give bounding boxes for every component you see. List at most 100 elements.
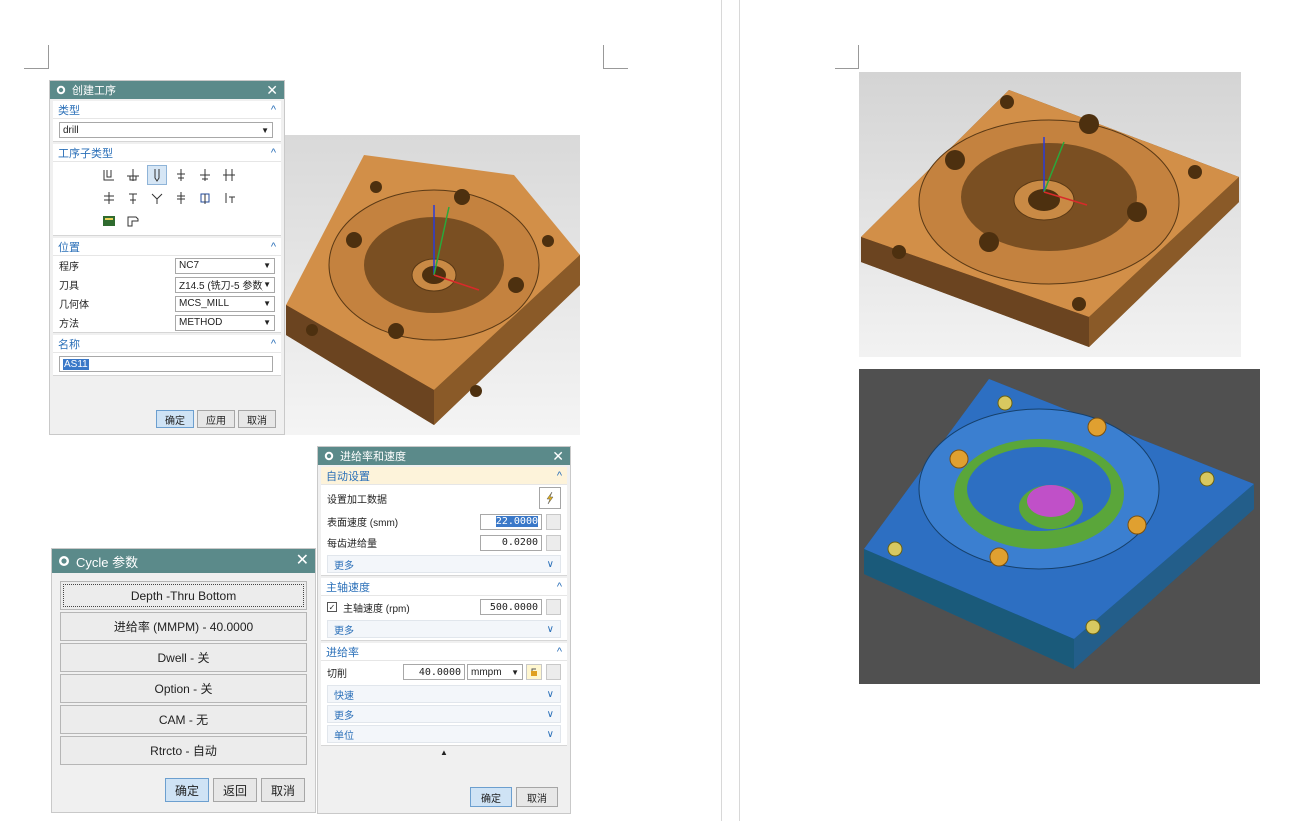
units-label: 单位 [334, 730, 354, 742]
mill-user-icon[interactable] [123, 211, 143, 231]
spindle-input[interactable]: 500.0000 [480, 599, 542, 615]
type-select[interactable]: drill ▼ [59, 122, 273, 138]
geometry-row: 几何体 MCS_MILL ▼ [53, 294, 281, 313]
surface-speed-value: 22.0000 [495, 516, 538, 527]
geometry-label: 几何体 [59, 300, 89, 311]
section-header[interactable]: 位置 ^ [53, 238, 281, 256]
hole-mill-icon[interactable] [195, 188, 215, 208]
close-icon[interactable]: ✕ [552, 449, 564, 463]
auto-settings-section: 自动设置 ^ 设置加工数据 表面速度 (smm) 22.0000 每齿进给量 0.02… [321, 467, 567, 576]
cut-unit-select[interactable]: mmpm ▼ [467, 664, 523, 680]
chevron-up-icon[interactable]: ^ [271, 241, 276, 253]
chevron-down-icon: ▼ [263, 299, 271, 308]
rapid-label: 快速 [334, 690, 354, 702]
spindle-label: 主轴速度 (rpm) [343, 603, 410, 615]
chevron-up-icon[interactable]: ^ [557, 470, 562, 482]
apply-button[interactable]: 应用 [197, 410, 235, 428]
surface-speed-input[interactable]: 22.0000 [480, 513, 542, 530]
chevron-up-icon[interactable]: ^ [557, 646, 562, 658]
calculator-icon[interactable] [546, 599, 561, 615]
chevron-down-icon: ▼ [263, 261, 271, 270]
rtrcto-button[interactable]: Rtrcto - 自动 [60, 736, 307, 765]
ok-button[interactable]: 确定 [156, 410, 194, 428]
more-group[interactable]: 更多 ∨ [327, 620, 561, 638]
feedrate-section: 进给率 ^ 切削 40.0000 mmpm ▼ 快速 ∨ 更多 ∨ 单位 ∨ [321, 643, 567, 746]
set-data-label: 设置加工数据 [327, 494, 387, 506]
feed-per-tooth-input[interactable]: 0.0200 [480, 534, 542, 551]
type-section: 类型 ^ drill ▼ [53, 101, 281, 142]
back-button[interactable]: 返回 [213, 778, 257, 802]
rapid-group[interactable]: 快速 ∨ [327, 685, 561, 703]
close-icon[interactable]: ✕ [266, 83, 278, 97]
cut-input[interactable]: 40.0000 [403, 664, 465, 680]
calculator-icon[interactable] [546, 513, 561, 530]
section-header[interactable]: 工序子类型 ^ [53, 144, 281, 162]
section-header[interactable]: 自动设置 ^ [321, 467, 567, 485]
bore-icon[interactable] [219, 165, 239, 185]
section-header[interactable]: 进给率 ^ [321, 643, 567, 661]
method-select[interactable]: METHOD ▼ [175, 314, 275, 331]
crop-mark [24, 68, 48, 69]
depth-button[interactable]: Depth -Thru Bottom [60, 581, 307, 610]
thread-mill-icon[interactable] [219, 188, 239, 208]
chevron-down-icon: ∨ [546, 623, 554, 635]
cancel-button[interactable]: 取消 [516, 787, 558, 807]
expand-arrow-icon[interactable]: ▲ [318, 748, 570, 757]
tool-select[interactable]: Z14.5 (铣刀-5 参数) ▼ [175, 276, 275, 293]
section-label: 位置 [58, 241, 80, 254]
ok-button[interactable]: 确定 [165, 778, 209, 802]
chevron-down-icon: ▼ [511, 667, 519, 677]
name-input[interactable]: AS11 [59, 356, 273, 372]
tap-icon[interactable] [171, 188, 191, 208]
close-icon[interactable]: ✕ [296, 553, 309, 569]
units-group[interactable]: 单位 ∨ [327, 725, 561, 743]
gear-icon [324, 451, 334, 461]
mill-control-icon[interactable] [99, 211, 119, 231]
chevron-up-icon[interactable]: ^ [271, 104, 276, 116]
section-label: 类型 [58, 104, 80, 117]
breakchip-drill-icon[interactable] [195, 165, 215, 185]
feedrate-button[interactable]: 进给率 (MMPM) - 40.0000 [60, 612, 307, 641]
dialog-title: 创建工序 [72, 85, 116, 97]
type-value: drill [63, 124, 79, 136]
location-section: 位置 ^ 程序 NC7 ▼ 刀具 Z14.5 (铣刀-5 参数) ▼ 几何体 MCS_MIL… [53, 238, 281, 333]
peck-drill-icon[interactable] [171, 165, 191, 185]
calculator-icon[interactable] [546, 664, 561, 680]
spot-drill-icon[interactable] [123, 165, 143, 185]
more-group[interactable]: 更多 ∨ [327, 555, 561, 573]
more-label: 更多 [334, 560, 354, 572]
spot-facing-icon[interactable] [99, 165, 119, 185]
ok-button[interactable]: 确定 [470, 787, 512, 807]
cancel-button[interactable]: 取消 [238, 410, 276, 428]
geometry-select[interactable]: MCS_MILL ▼ [175, 295, 275, 312]
cut-label: 切削 [327, 668, 347, 680]
option-button[interactable]: Option - 关 [60, 674, 307, 703]
chevron-up-icon[interactable]: ^ [271, 338, 276, 350]
calculator-icon[interactable] [546, 534, 561, 551]
program-label: 程序 [59, 262, 79, 273]
chevron-up-icon[interactable]: ^ [271, 147, 276, 159]
spindle-checkbox[interactable]: ✓ [327, 602, 337, 612]
page-divider [721, 0, 722, 821]
page-divider [739, 0, 740, 821]
counterbore-icon[interactable] [123, 188, 143, 208]
section-header[interactable]: 类型 ^ [53, 101, 281, 119]
drill-icon[interactable] [147, 165, 167, 185]
section-label: 自动设置 [326, 470, 370, 483]
cam-button[interactable]: CAM - 无 [60, 705, 307, 734]
section-header[interactable]: 名称 ^ [53, 335, 281, 353]
more-group[interactable]: 更多 ∨ [327, 705, 561, 723]
surface-speed-label: 表面速度 (smm) [327, 518, 399, 529]
method-label: 方法 [59, 319, 79, 330]
tool-value: Z14.5 (铣刀-5 参数) [179, 281, 264, 292]
tool-row: 刀具 Z14.5 (铣刀-5 参数) ▼ [53, 275, 281, 294]
countersink-icon[interactable] [147, 188, 167, 208]
program-select[interactable]: NC7 ▼ [175, 257, 275, 274]
chevron-up-icon[interactable]: ^ [557, 581, 562, 593]
lock-icon[interactable] [526, 664, 542, 680]
ream-icon[interactable] [99, 188, 119, 208]
cancel-button[interactable]: 取消 [261, 778, 305, 802]
section-header[interactable]: 主轴速度 ^ [321, 578, 567, 596]
lightning-icon[interactable] [539, 487, 561, 509]
dwell-button[interactable]: Dwell - 关 [60, 643, 307, 672]
